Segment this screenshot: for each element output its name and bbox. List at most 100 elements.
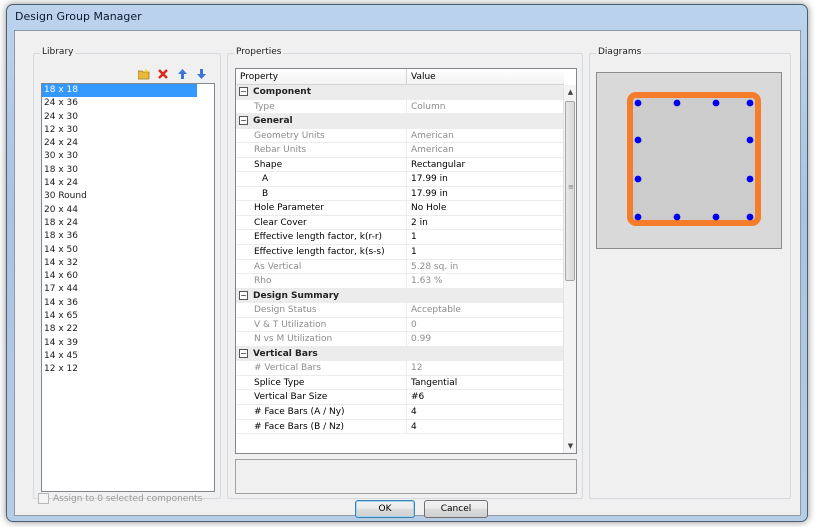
property-value: American xyxy=(411,145,454,156)
value-column-header[interactable]: Value xyxy=(407,69,564,85)
property-name: # Face Bars (B / Nz) xyxy=(236,419,407,434)
property-row[interactable]: Effective length factor, k(s-s) 1 xyxy=(236,245,564,260)
property-category-label: General xyxy=(253,116,293,127)
property-row[interactable]: B 17.99 in xyxy=(236,186,564,202)
property-value[interactable]: Tangential xyxy=(407,376,564,390)
property-value[interactable]: 1 xyxy=(407,230,564,244)
property-value[interactable]: 2 in xyxy=(407,216,564,230)
property-row[interactable]: Rho 1.63 % xyxy=(236,274,564,289)
library-item[interactable]: 12 x 12 xyxy=(42,363,214,376)
property-name: Effective length factor, k(r-r) xyxy=(236,230,407,245)
property-value[interactable]: 17.99 in xyxy=(407,187,564,201)
library-item[interactable]: 14 x 36 xyxy=(42,297,214,310)
library-item[interactable]: 30 x 30 xyxy=(42,150,214,163)
property-value: Column xyxy=(411,101,446,112)
arrow-up-icon[interactable] xyxy=(176,68,188,80)
property-value[interactable]: 1 xyxy=(407,245,564,259)
library-item[interactable]: 18 x 22 xyxy=(42,323,214,336)
property-name: A xyxy=(236,172,407,186)
property-row[interactable]: Splice Type Tangential xyxy=(236,375,564,391)
library-item[interactable]: 18 x 18 xyxy=(42,84,197,98)
property-name: Geometry Units xyxy=(236,128,407,143)
assign-checkbox-row[interactable]: Assign to 0 selected components xyxy=(38,493,202,504)
scroll-up-arrow-icon[interactable]: ▲ xyxy=(564,85,576,99)
property-row[interactable]: Clear Cover 2 in xyxy=(236,215,564,231)
library-item[interactable]: 20 x 44 xyxy=(42,204,214,217)
diagrams-label: Diagrams xyxy=(596,47,644,57)
collapse-toggle-icon[interactable]: − xyxy=(239,116,248,126)
collapse-toggle-icon[interactable]: − xyxy=(239,348,248,358)
library-item[interactable]: 18 x 24 xyxy=(42,217,214,230)
property-row[interactable]: # Face Bars (B / Nz) 4 xyxy=(236,419,564,435)
property-value: 12 xyxy=(411,363,423,374)
property-value[interactable]: Rectangular xyxy=(407,158,564,172)
property-name: Hole Parameter xyxy=(236,201,407,215)
cancel-button[interactable]: Cancel xyxy=(424,500,488,518)
rebar-dot xyxy=(673,213,681,221)
property-category-row[interactable]: − General xyxy=(236,114,564,129)
property-row[interactable]: A 17.99 in xyxy=(236,172,564,187)
library-item[interactable]: 14 x 50 xyxy=(42,244,214,257)
property-name: N vs M Utilization xyxy=(236,332,407,346)
property-grid-scrollbar[interactable]: ▲ ≡ ▼ xyxy=(563,85,576,453)
library-item[interactable]: 30 Round xyxy=(42,190,214,203)
ok-button[interactable]: OK xyxy=(355,500,415,518)
delete-x-icon[interactable] xyxy=(157,68,169,80)
library-label: Library xyxy=(40,47,76,57)
property-category-row[interactable]: − Design Summary xyxy=(236,288,564,304)
assign-checkbox[interactable] xyxy=(38,493,49,504)
library-item[interactable]: 14 x 60 xyxy=(42,270,214,283)
library-item[interactable]: 24 x 30 xyxy=(42,111,214,124)
property-column-header[interactable]: Property xyxy=(236,69,407,85)
property-value: 1.63 % xyxy=(411,276,443,287)
property-row[interactable]: Geometry Units American xyxy=(236,128,564,144)
library-item[interactable]: 24 x 24 xyxy=(42,137,214,150)
library-item[interactable]: 14 x 65 xyxy=(42,310,214,323)
library-list[interactable]: 18 x 18 24 x 36 24 x 30 12 x 30 24 x 24 30 x … xyxy=(41,83,215,492)
property-row[interactable]: Shape Rectangular xyxy=(236,157,564,173)
property-category-label: Design Summary xyxy=(253,290,340,301)
collapse-toggle-icon[interactable]: − xyxy=(239,87,248,96)
library-item[interactable]: 14 x 24 xyxy=(42,177,214,190)
scroll-thumb[interactable]: ≡ xyxy=(565,101,575,281)
properties-group: Properties Property Value − Component Type… xyxy=(227,47,583,499)
arrow-down-icon[interactable] xyxy=(195,68,207,80)
library-item[interactable]: 12 x 30 xyxy=(42,124,214,137)
property-row[interactable]: Type Column xyxy=(236,99,564,115)
library-item[interactable]: 17 x 44 xyxy=(42,283,214,296)
library-item[interactable]: 14 x 45 xyxy=(42,350,214,363)
property-value[interactable]: No Hole xyxy=(407,201,564,215)
library-item[interactable]: 18 x 30 xyxy=(42,164,214,177)
property-grid-header: Property Value xyxy=(236,69,564,85)
property-name: B xyxy=(236,186,407,201)
property-row[interactable]: Hole Parameter No Hole xyxy=(236,201,564,216)
property-row[interactable]: Rebar Units American xyxy=(236,143,564,158)
library-item[interactable]: 14 x 32 xyxy=(42,257,214,270)
scroll-grip-icon: ≡ xyxy=(568,183,574,191)
property-row[interactable]: N vs M Utilization 0.99 xyxy=(236,332,564,347)
dialog-client-area: Library 18 x 18 24 x 36 24 x 30 12 x 30 24 x… xyxy=(14,30,801,518)
property-row[interactable]: # Face Bars (A / Ny) 4 xyxy=(236,405,564,420)
property-category-row[interactable]: − Component xyxy=(236,85,564,100)
property-row[interactable]: V & T Utilization 0 xyxy=(236,317,564,333)
scroll-down-arrow-icon[interactable]: ▼ xyxy=(564,439,576,453)
library-item[interactable]: 24 x 36 xyxy=(42,97,214,110)
property-row[interactable]: Effective length factor, k(r-r) 1 xyxy=(236,230,564,246)
property-value[interactable]: #6 xyxy=(407,390,564,404)
folder-new-icon[interactable] xyxy=(138,68,150,80)
property-value[interactable]: 4 xyxy=(407,420,564,434)
collapse-toggle-icon[interactable]: − xyxy=(239,290,248,300)
property-row[interactable]: Design Status Acceptable xyxy=(236,303,564,318)
property-value[interactable]: 4 xyxy=(407,405,564,419)
library-item[interactable]: 18 x 36 xyxy=(42,230,214,243)
property-value[interactable]: 17.99 in xyxy=(407,172,564,186)
rebar-dot xyxy=(634,136,642,144)
property-name: Clear Cover xyxy=(236,215,407,230)
property-row[interactable]: # Vertical Bars 12 xyxy=(236,361,564,376)
library-item[interactable]: 14 x 39 xyxy=(42,337,214,350)
property-name: Type xyxy=(236,99,407,114)
property-category-row[interactable]: − Vertical Bars xyxy=(236,346,564,362)
property-row[interactable]: Vertical Bar Size #6 xyxy=(236,390,564,406)
property-name: Effective length factor, k(s-s) xyxy=(236,245,407,259)
property-row[interactable]: As Vertical 5.28 sq. in xyxy=(236,259,564,275)
